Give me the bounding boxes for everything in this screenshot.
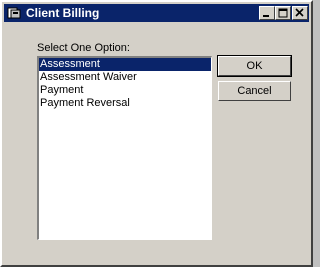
options-listbox[interactable]: Assessment Assessment Waiver Payment Pay… (37, 56, 212, 240)
title-bar[interactable]: Client Billing (4, 4, 309, 22)
maximize-button[interactable] (275, 6, 291, 20)
close-icon (295, 8, 304, 17)
list-item-payment[interactable]: Payment (39, 84, 211, 97)
app-icon (7, 6, 21, 20)
minimize-button[interactable] (259, 6, 275, 20)
minimize-icon (263, 15, 269, 17)
dialog-window: Client Billing Select One Option: Assess… (0, 0, 313, 267)
cancel-button[interactable]: Cancel (218, 81, 291, 101)
list-item-assessment[interactable]: Assessment (39, 58, 211, 71)
ok-button[interactable]: OK (217, 55, 292, 77)
close-button[interactable] (292, 6, 308, 20)
prompt-label: Select One Option: (37, 42, 130, 54)
window-title: Client Billing (26, 6, 100, 20)
list-item-assessment-waiver[interactable]: Assessment Waiver (39, 71, 211, 84)
list-item-payment-reversal[interactable]: Payment Reversal (39, 97, 211, 110)
maximize-icon (278, 8, 288, 18)
